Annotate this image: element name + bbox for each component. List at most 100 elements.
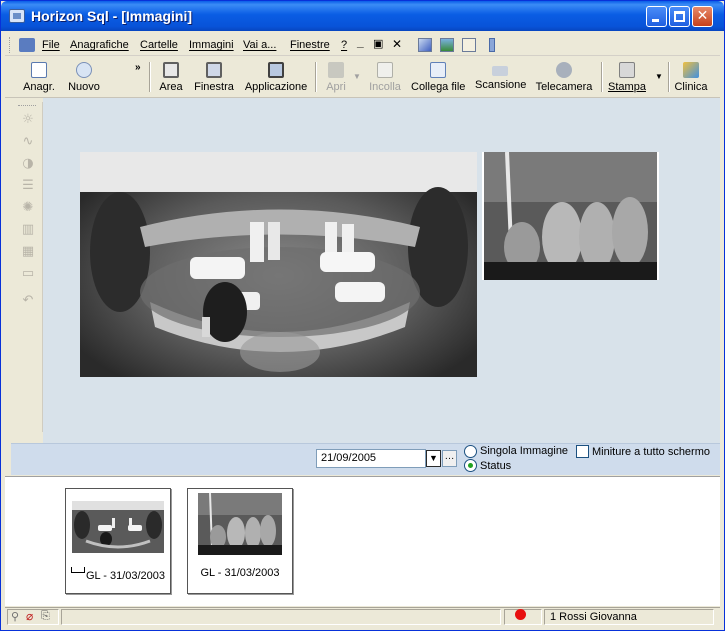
panoramic-xray-image[interactable] xyxy=(80,152,477,377)
toolbar-separator xyxy=(315,62,317,92)
contrast-icon[interactable]: ◑ xyxy=(20,157,36,171)
ruler-icon xyxy=(70,567,85,573)
toolbar-applicazione-button[interactable]: Applicazione xyxy=(244,60,308,96)
toolbar-telecamera-button[interactable]: Telecamera xyxy=(535,60,593,96)
key-icon[interactable]: ⚲ xyxy=(11,610,19,623)
app-window: Horizon Sql - [Immagini] ✕ File Anagrafi… xyxy=(0,0,725,631)
apri-dropdown-icon[interactable]: ▼ xyxy=(353,72,361,81)
area-select-icon xyxy=(163,62,179,78)
child-minimize-icon[interactable]: _ xyxy=(357,35,364,49)
new-patient-icon xyxy=(76,62,92,78)
periapical-xray-graphic xyxy=(482,152,659,280)
periapical-xray-image[interactable] xyxy=(482,152,659,280)
menu-bar: File Anagrafiche Cartelle Immagini Vai a… xyxy=(5,34,720,56)
curve-icon[interactable]: ∿ xyxy=(20,135,36,149)
grid-icon[interactable]: ▦ xyxy=(20,245,36,259)
panoramic-xray-graphic xyxy=(80,152,477,377)
brightness-icon[interactable]: ☼ xyxy=(20,113,36,127)
thumbnail-panoramic-graphic xyxy=(72,501,164,553)
status-message-cell xyxy=(61,609,501,625)
status-tools-cell: ⚲ ⌀ ⎘ xyxy=(7,609,59,625)
toolbar-label: Area xyxy=(159,81,183,93)
toolbar-label: Telecamera xyxy=(535,81,593,93)
minimize-icon xyxy=(652,19,659,22)
menu-immagini[interactable]: Immagini xyxy=(189,39,234,51)
date-browse-icon[interactable]: … xyxy=(442,450,457,467)
thumbnail-periapical-graphic xyxy=(198,493,282,555)
toolbar-clinica-button[interactable]: Clinica xyxy=(673,60,709,96)
single-image-label: Singola Immagine xyxy=(480,445,569,457)
undo-icon[interactable]: ↶ xyxy=(20,294,36,308)
toolbar-overflow-icon[interactable]: » xyxy=(135,62,141,73)
thumbnail-panoramic[interactable]: GL - 31/03/2003 xyxy=(65,488,171,594)
filter-icon[interactable]: ▥ xyxy=(20,223,36,237)
minimize-button[interactable] xyxy=(646,6,667,27)
close-button[interactable]: ✕ xyxy=(692,6,713,27)
stampa-dropdown-icon[interactable]: ▼ xyxy=(655,72,663,81)
toolbar-finestra-button[interactable]: Finestra xyxy=(192,60,236,96)
thumbnail-caption: GL - 31/03/2003 xyxy=(66,567,170,582)
app-icon[interactable] xyxy=(9,9,25,23)
toolbar-label: Finestra xyxy=(194,81,234,93)
connection-status-indicator xyxy=(515,609,526,620)
status-label: Status xyxy=(480,460,512,472)
fullscreen-thumbs-checkbox[interactable] xyxy=(576,445,589,458)
document-view-icon[interactable] xyxy=(462,38,476,52)
toolbar-label: Scansione xyxy=(475,79,527,91)
vtoolbar-grip[interactable] xyxy=(18,105,36,106)
toolbar-scansione-button[interactable]: Scansione xyxy=(475,60,527,96)
ruler-icon[interactable]: ▭ xyxy=(20,267,36,281)
maximize-icon xyxy=(674,11,685,22)
date-field[interactable]: 21/09/2005 xyxy=(316,449,426,468)
toolbar-apri-button[interactable]: Apri xyxy=(323,60,349,96)
menu-vai-a[interactable]: Vai a... xyxy=(243,39,276,51)
camera-icon xyxy=(556,62,572,78)
toolbar-label: Collega file xyxy=(411,81,466,93)
toolbar-label: Apri xyxy=(326,81,346,93)
main-toolbar: Anagr. Nuovo » Area Finestra Applicazion… xyxy=(5,58,720,98)
window-select-icon xyxy=(206,62,222,78)
application-select-icon xyxy=(268,62,284,78)
toolbar-separator xyxy=(668,62,670,92)
toolbar-separator xyxy=(601,62,603,92)
close-icon: ✕ xyxy=(696,8,709,24)
title-bar[interactable]: Horizon Sql - [Immagini] ✕ xyxy=(1,1,724,31)
thumbnail-periapical[interactable]: GL - 31/03/2003 xyxy=(187,488,293,594)
menu-finestre[interactable]: Finestre xyxy=(290,39,330,51)
sharpen-icon[interactable]: ✺ xyxy=(20,201,36,215)
child-restore-icon[interactable]: ▣ xyxy=(373,37,383,50)
child-close-icon[interactable]: ✕ xyxy=(392,37,402,51)
toolbar-nuovo-button[interactable]: Nuovo xyxy=(67,60,101,96)
status-radio[interactable] xyxy=(464,459,477,472)
export-icon[interactable]: ⎘ xyxy=(41,610,50,623)
open-folder-icon xyxy=(328,62,344,78)
scanner-icon xyxy=(492,66,508,76)
toolbar-anagr-button[interactable]: Anagr. xyxy=(21,60,57,96)
single-image-radio[interactable] xyxy=(464,445,477,458)
current-patient-label: 1 Rossi Giovanna xyxy=(550,611,637,623)
date-dropdown-icon[interactable]: ▼ xyxy=(426,450,441,467)
toolbar-label: Applicazione xyxy=(244,81,308,93)
image-tools-bar: ☼ ∿ ◑ ☰ ✺ ▥ ▦ ▭ ↶ xyxy=(11,102,43,432)
toolbar-area-button[interactable]: Area xyxy=(156,60,186,96)
toolbar-label: Anagr. xyxy=(23,81,55,93)
clinic-icon xyxy=(683,62,699,78)
maximize-button[interactable] xyxy=(669,6,690,27)
menu-cartelle[interactable]: Cartelle xyxy=(140,39,178,51)
pen-icon[interactable] xyxy=(489,38,495,52)
toolbar-collega-file-button[interactable]: Collega file xyxy=(411,60,465,96)
menu-anagrafiche[interactable]: Anagrafiche xyxy=(70,39,129,51)
attachment-icon[interactable]: ⌀ xyxy=(26,609,33,623)
image-view-icon[interactable] xyxy=(440,38,454,52)
mdi-app-icon[interactable] xyxy=(19,38,35,52)
window-level-icon[interactable]: ☰ xyxy=(20,179,36,193)
menu-help[interactable]: ? xyxy=(341,39,347,51)
menu-grip-icon[interactable] xyxy=(9,37,12,53)
thumbnail-image xyxy=(72,501,164,553)
toolbar-stampa-button[interactable]: Stampa xyxy=(608,60,646,96)
menu-file[interactable]: File xyxy=(42,39,60,51)
chart-view-icon[interactable] xyxy=(418,38,432,52)
toolbar-incolla-button[interactable]: Incolla xyxy=(367,60,403,96)
toolbar-label: Clinica xyxy=(674,81,708,93)
thumbnail-image xyxy=(198,493,282,555)
